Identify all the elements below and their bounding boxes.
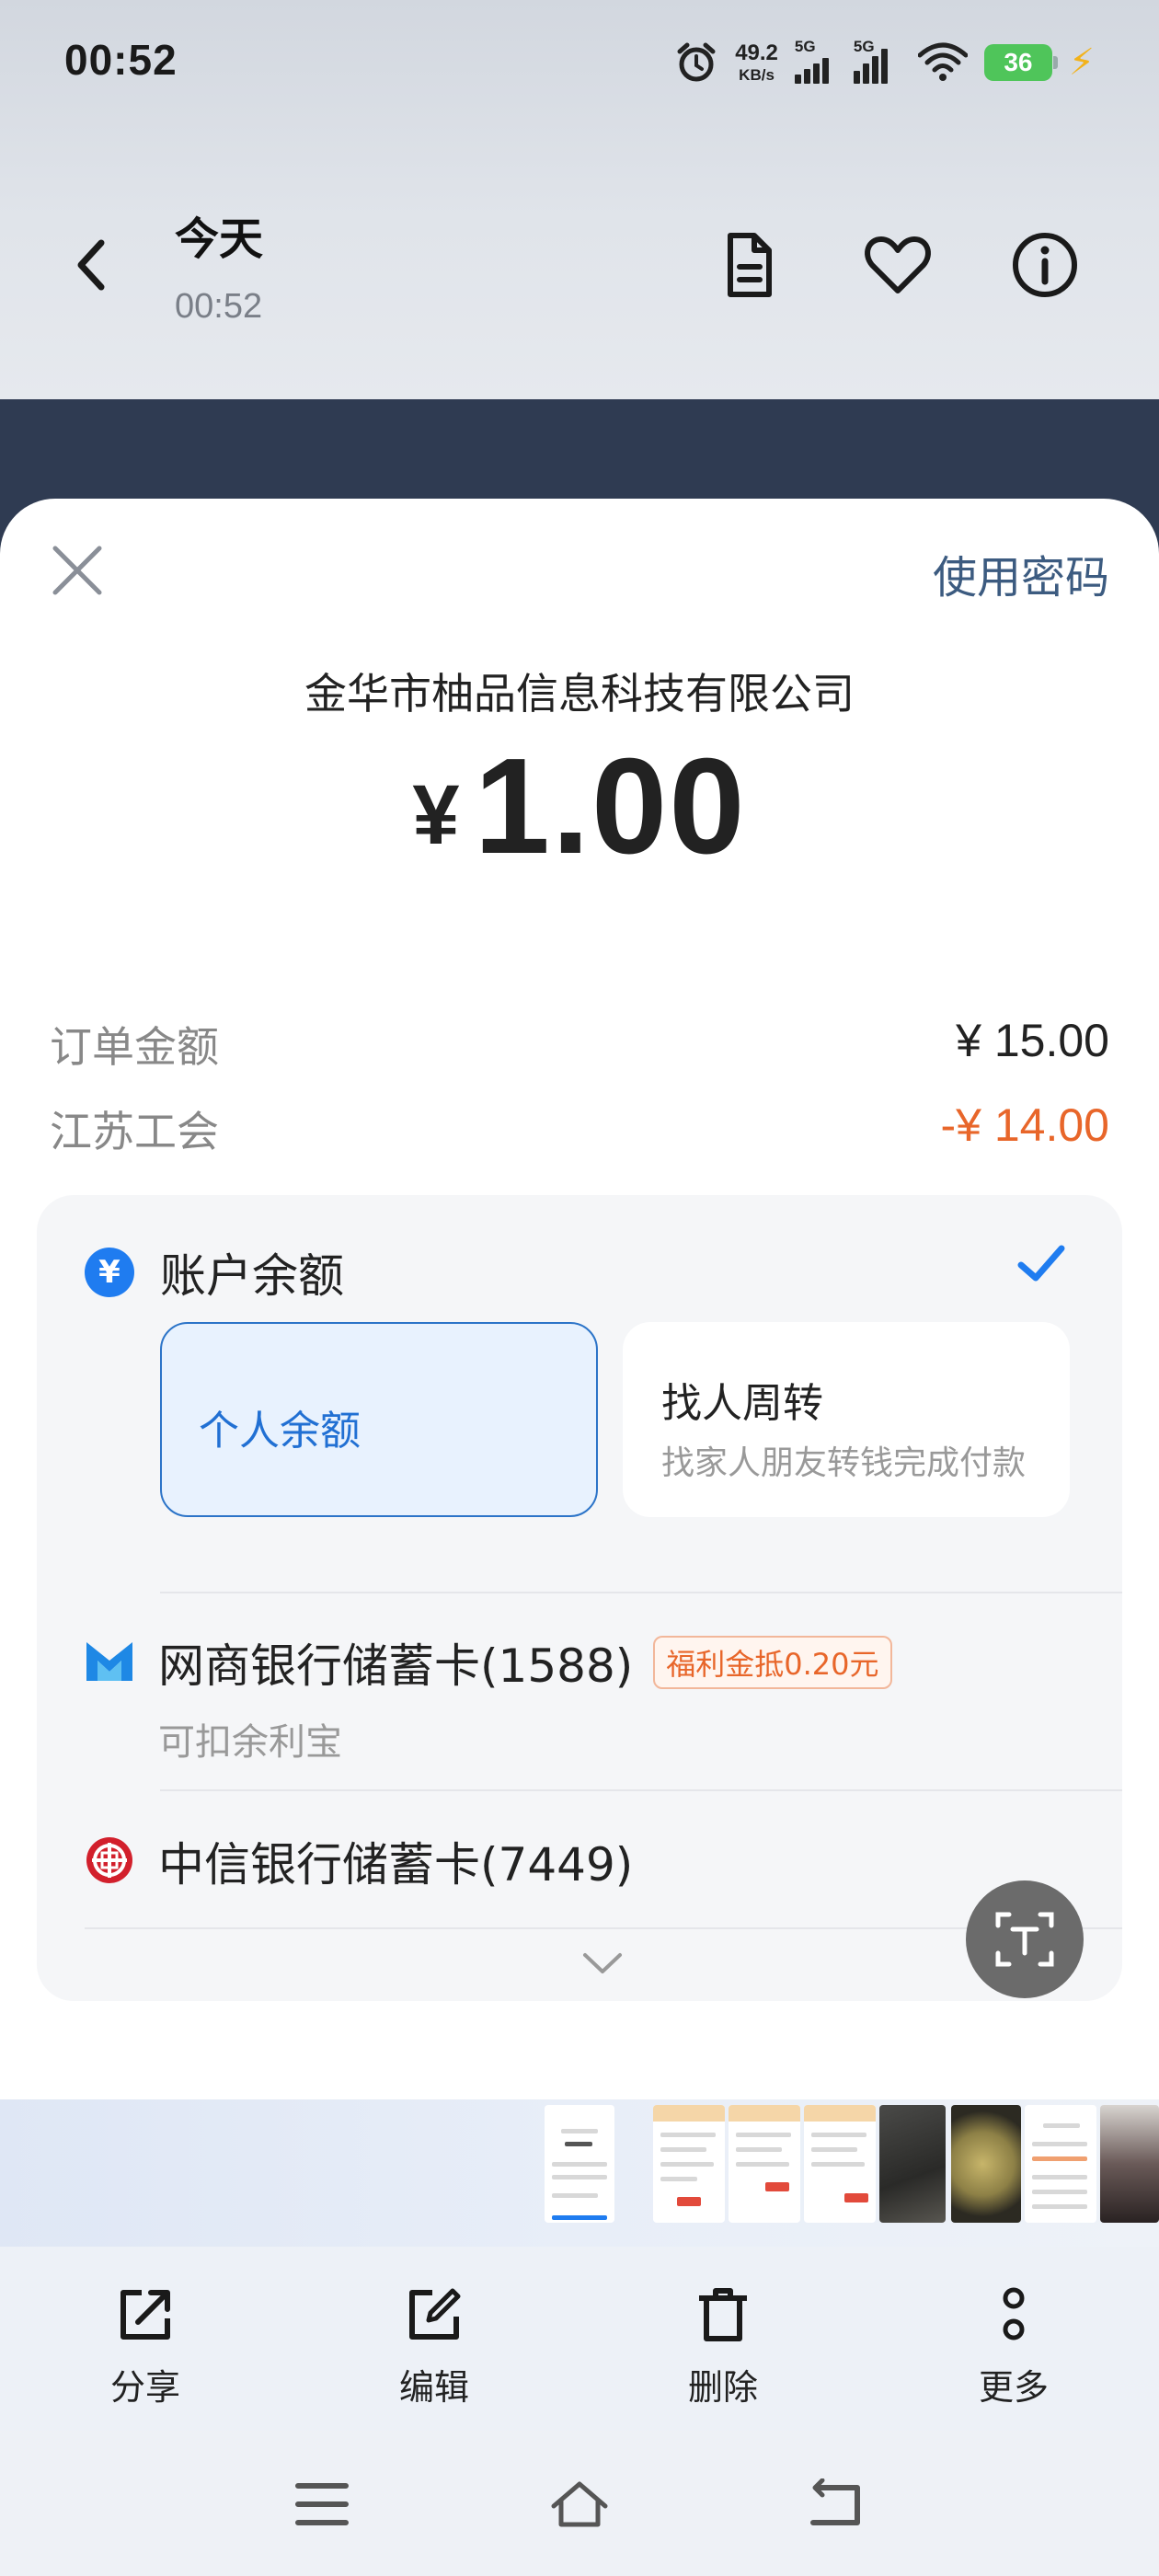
status-icons: 49.2 KB/s 5G 5G 36 ⚡ <box>674 37 1095 88</box>
order-amount-row: 订单金额 ¥ 15.00 <box>50 1014 1109 1075</box>
signal-icon: 5G <box>853 38 901 84</box>
edit-button[interactable]: 编辑 <box>361 2285 508 2409</box>
net-speed-unit: KB/s <box>739 66 775 84</box>
more-button[interactable]: 更多 <box>940 2285 1087 2409</box>
thumbnail[interactable] <box>879 2105 946 2223</box>
payment-sheet: 使用密码 金华市柚品信息科技有限公司 ¥1.00 订单金额 ¥ 15.00 江苏… <box>0 499 1159 2099</box>
net-speed-value: 49.2 <box>735 40 778 65</box>
back-nav-icon[interactable] <box>808 2478 866 2530</box>
amount-value: 1.00 <box>474 730 747 882</box>
bank-card-mybank[interactable]: 网商银行储蓄卡(1588) 福利金抵0.20元 可扣余利宝 <box>85 1629 892 1765</box>
share-button[interactable]: 分享 <box>72 2285 219 2409</box>
wifi-icon <box>917 42 968 81</box>
charging-icon: ⚡ <box>1068 41 1095 84</box>
system-navigation-bar <box>0 2431 1159 2576</box>
net-speed: 49.2 KB/s <box>735 40 778 84</box>
edit-icon <box>409 2288 461 2340</box>
discount-row: 江苏工会 -¥ 14.00 <box>50 1098 1109 1159</box>
balance-label: 账户余额 <box>160 1249 344 1303</box>
signal-type-label: 5G <box>794 38 816 55</box>
bank-subtext: 可扣余利宝 <box>158 1721 342 1764</box>
ask-friend-option[interactable]: 找人周转 找家人朋友转钱完成付款 <box>623 1322 1070 1517</box>
back-icon[interactable] <box>64 228 120 302</box>
order-amount-label: 订单金额 <box>50 1022 219 1072</box>
status-bar: 00:52 49.2 KB/s 5G 5G 36 ⚡ <box>0 0 1159 129</box>
signal-type-label: 5G <box>853 38 875 55</box>
thumbnail[interactable] <box>1100 2105 1159 2223</box>
photo-filmstrip[interactable] <box>0 2099 1159 2247</box>
trash-icon <box>699 2288 747 2341</box>
delete-label: 删除 <box>687 2367 758 2408</box>
balance-method[interactable]: ¥ 账户余额 <box>85 1239 344 1305</box>
mybank-icon <box>86 1642 132 1681</box>
info-icon[interactable] <box>1010 230 1080 300</box>
payment-methods-card: ¥ 账户余额 个人余额 找人周转 找家人朋友转钱完成付款 网商银行储蓄卡(158… <box>37 1195 1122 2001</box>
share-icon <box>120 2290 170 2340</box>
discount-label: 江苏工会 <box>50 1107 219 1156</box>
bank-name: 中信银行储蓄卡(7449) <box>158 1838 634 1892</box>
discount-value: -¥ 14.00 <box>940 1099 1109 1151</box>
text-scan-icon <box>995 1912 1054 1967</box>
viewer-toolbar: 今天 00:52 <box>0 184 1159 350</box>
thumbnail[interactable] <box>653 2105 725 2223</box>
merchant-name: 金华市柚品信息科技有限公司 <box>304 669 855 719</box>
personal-balance-label: 个人余额 <box>199 1408 361 1455</box>
gallery-header: 00:52 49.2 KB/s 5G 5G 36 ⚡ 今天 00:52 <box>0 0 1159 399</box>
photo-date: 今天 00:52 <box>175 202 263 327</box>
more-icon <box>1003 2287 1025 2340</box>
thumbnail[interactable] <box>804 2105 876 2223</box>
page-title: 今天 <box>175 213 264 265</box>
payment-amount: ¥1.00 <box>0 729 1159 885</box>
balance-icon: ¥ <box>85 1248 134 1297</box>
edit-label: 编辑 <box>398 2367 469 2408</box>
citic-bank-icon <box>86 1837 132 1883</box>
alarm-icon <box>677 42 716 82</box>
divider <box>160 1789 1122 1791</box>
home-icon[interactable] <box>550 2478 609 2530</box>
bank-card-citic[interactable]: 中信银行储蓄卡(7449) <box>85 1828 633 1894</box>
share-label: 分享 <box>109 2367 180 2408</box>
status-time: 00:52 <box>64 36 178 84</box>
thumbnail[interactable] <box>951 2105 1021 2223</box>
more-label: 更多 <box>978 2367 1049 2408</box>
bank-name: 网商银行储蓄卡(1588) <box>158 1639 634 1693</box>
text-recognition-button[interactable] <box>966 1880 1084 1998</box>
heart-icon[interactable] <box>863 230 933 300</box>
menu-icon[interactable] <box>293 2478 351 2530</box>
delete-button[interactable]: 删除 <box>649 2285 797 2409</box>
thumbnail[interactable] <box>729 2105 800 2223</box>
page-subtitle: 00:52 <box>175 287 263 326</box>
thumbnail[interactable] <box>1025 2105 1096 2223</box>
divider <box>160 1592 1122 1593</box>
checkmark-icon <box>1017 1245 1065 1282</box>
ask-friend-subtitle: 找家人朋友转钱完成付款 <box>661 1444 1027 1482</box>
document-icon[interactable] <box>714 230 784 300</box>
close-icon[interactable] <box>50 543 105 598</box>
action-bar: 分享 编辑 删除 更多 <box>0 2247 1159 2431</box>
thumbnail[interactable] <box>545 2105 614 2223</box>
bonus-badge: 福利金抵0.20元 <box>653 1636 892 1689</box>
chevron-down-icon[interactable] <box>581 1949 624 1977</box>
signal-icon: 5G <box>794 38 837 84</box>
personal-balance-option[interactable]: 个人余额 <box>160 1322 598 1517</box>
currency-symbol: ¥ <box>412 768 460 862</box>
ask-friend-title: 找人周转 <box>661 1380 823 1427</box>
order-amount-value: ¥ 15.00 <box>956 1015 1109 1066</box>
use-password-link[interactable]: 使用密码 <box>933 541 1109 605</box>
battery-icon: 36 <box>983 44 1058 81</box>
